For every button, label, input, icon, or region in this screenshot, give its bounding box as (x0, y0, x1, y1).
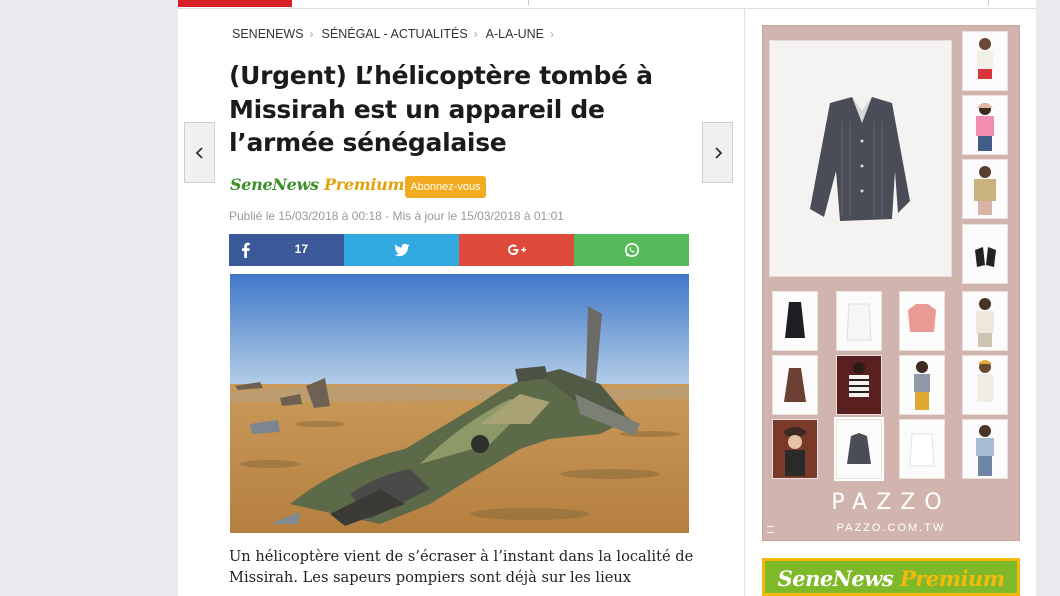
ad-product-thumb[interactable] (772, 419, 818, 479)
ad-url[interactable]: PAZZO.COM.TW (763, 522, 1019, 534)
nav-divider (528, 0, 529, 5)
chevron-right-icon: › (473, 27, 478, 41)
banner-text: SeneNews (777, 566, 894, 591)
ad-product-thumb[interactable] (962, 31, 1008, 91)
ad-product-thumb[interactable] (836, 291, 882, 351)
logo-text: Premium (318, 175, 405, 194)
share-count: 17 (294, 242, 308, 256)
model-image (783, 427, 807, 476)
ad-product-thumb[interactable] (836, 355, 882, 415)
model-image (977, 360, 993, 402)
whatsapp-icon (624, 243, 639, 257)
skirt-image (784, 368, 806, 402)
model-image (849, 362, 869, 397)
ad-product-thumb[interactable] (772, 291, 818, 351)
next-article-button[interactable] (702, 122, 733, 183)
ad-product-thumb[interactable] (899, 355, 945, 415)
blouse-image (846, 303, 872, 341)
ad-product-thumb[interactable] (962, 159, 1008, 219)
ad-product-thumb[interactable] (899, 419, 945, 479)
breadcrumb: SENENEWS › SÉNÉGAL - ACTUALITÉS › A-LA-UNE › (232, 27, 562, 41)
whatsapp-share-button[interactable] (574, 234, 689, 266)
ad-product-thumb[interactable] (899, 291, 945, 351)
model-image (914, 361, 930, 410)
ad-brand-name: PAZZO (831, 490, 951, 515)
shirt-image (810, 97, 910, 221)
twitter-icon (393, 243, 409, 257)
banner-logo-text: SeneNews Premium (778, 566, 1005, 591)
ad-product-thumb[interactable] (772, 355, 818, 415)
chevron-right-icon (714, 146, 722, 159)
breadcrumb-item[interactable]: SÉNÉGAL - ACTUALITÉS (322, 27, 468, 41)
dress-image (785, 302, 805, 338)
facebook-share-button[interactable]: 17 (229, 234, 344, 266)
chevron-left-icon (195, 146, 203, 159)
senenews-premium-banner[interactable]: SeneNews Premium (762, 558, 1020, 596)
sweater-image (908, 304, 936, 332)
article-title: (Urgent) L’hélicoptère tombé à Missirah … (229, 61, 653, 157)
facebook-icon (242, 242, 250, 258)
model-image (976, 103, 994, 151)
ad-product-thumb[interactable] (962, 224, 1008, 284)
model-image (976, 425, 994, 476)
banner-text: Premium (893, 566, 1005, 591)
twitter-share-button[interactable] (344, 234, 459, 266)
top-navigation-bar (178, 0, 1036, 9)
ad-featured-product[interactable] (769, 40, 952, 277)
logo-text: SeneNews (230, 175, 319, 194)
article-image (230, 274, 689, 533)
active-nav-tab[interactable] (178, 0, 292, 7)
share-bar: 17 (229, 234, 689, 266)
nav-divider (988, 0, 989, 5)
shirt-image (847, 433, 871, 464)
model-image (977, 38, 993, 79)
ad-product-thumb[interactable] (962, 419, 1008, 479)
google-plus-icon (507, 244, 526, 256)
breadcrumb-item[interactable]: A-LA-UNE (486, 27, 544, 41)
ad-product-thumb[interactable] (962, 95, 1008, 155)
publish-date: Publié le 15/03/2018 à 00:18 - Mis à jou… (229, 209, 564, 223)
ad-product-thumb[interactable] (962, 355, 1008, 415)
helicopter-wreck-photo (230, 274, 689, 533)
sandals-image (975, 247, 996, 267)
chevron-right-icon: › (550, 27, 554, 41)
sidebar-divider (744, 8, 745, 596)
chevron-right-icon: › (309, 27, 314, 41)
ad-product-thumb-selected[interactable] (834, 417, 884, 481)
model-image (974, 166, 996, 215)
pazzo-advertisement[interactable]: PAZZO PAZZO.COM.TW (762, 25, 1020, 541)
previous-article-button[interactable] (184, 122, 215, 183)
google-plus-share-button[interactable] (459, 234, 574, 266)
breadcrumb-item[interactable]: SENENEWS (232, 27, 304, 41)
article-body: Un hélicoptère vient de s’écraser à l’in… (229, 548, 694, 586)
ad-product-thumb[interactable] (962, 291, 1008, 351)
blouse-image (909, 433, 935, 467)
subscribe-button[interactable]: Abonnez-vous (405, 176, 486, 198)
senenews-premium-logo[interactable]: SeneNews Premium (230, 175, 404, 194)
model-image (976, 298, 994, 347)
ad-menu-icon[interactable] (767, 526, 774, 533)
